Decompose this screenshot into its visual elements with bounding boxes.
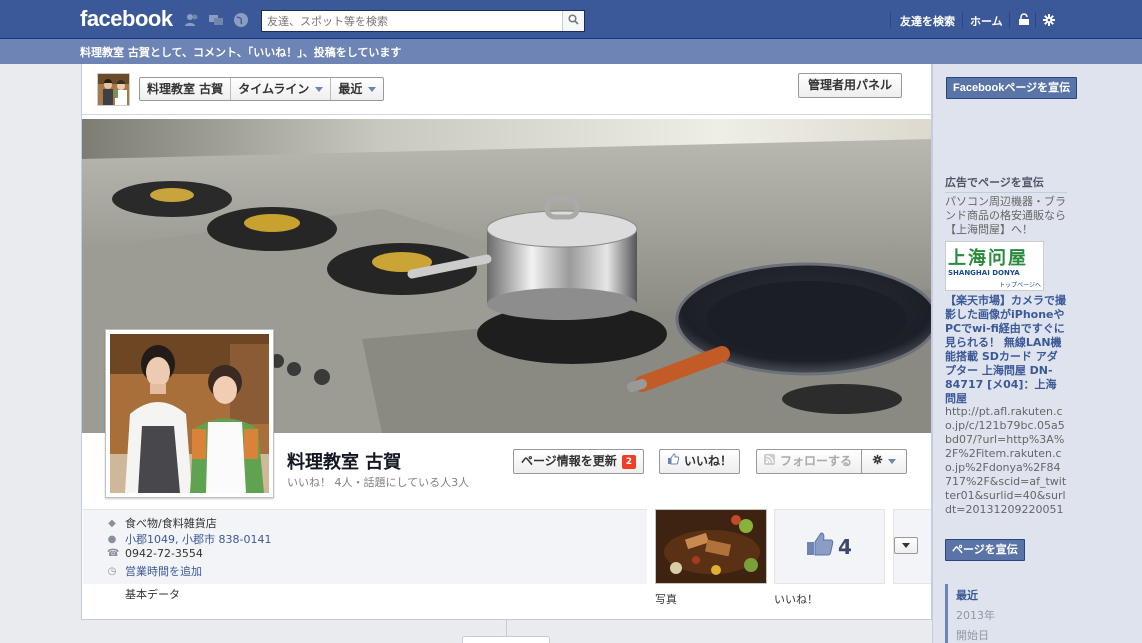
promote-page-button[interactable]: ページを宣伝 [945,539,1025,561]
ad-logo-image[interactable]: 上海问屋 SHANGHAI DONYA トップページへ [945,241,1044,291]
thumbs-up-icon [806,532,834,561]
photos-thumbnail [656,510,766,583]
find-friends-link[interactable]: 友達を検索 [900,13,955,29]
page-stats: いいね！ 4人・話題にしている人3人 [287,476,470,489]
gear-icon[interactable] [1041,13,1057,29]
acting-as-text: 料理教室 古賀として、コメント、「いいね！」、投稿をしています [80,46,402,59]
admin-panel-button[interactable]: 管理者用パネル [798,73,903,98]
chevron-down-icon [315,86,324,92]
page-nav-group: 料理教室 古賀 タイムライン 最近 [139,77,385,101]
page-title[interactable]: 料理教室 古賀 [287,448,401,474]
page-name-nav[interactable]: 料理教室 古賀 [140,78,232,100]
photos-label[interactable]: 写真 [655,591,677,607]
notifications-globe-icon[interactable] [233,12,249,28]
year-item-2013[interactable]: 2013年 [945,604,1067,624]
phone-row: ☎ 0942-72-3554 [107,547,203,560]
notification-badge: 2 [621,454,637,469]
nav-divider [1035,12,1036,28]
page-thumbnail[interactable] [97,73,130,106]
timeline-dropdown[interactable]: タイムライン [231,78,332,100]
year-item-start[interactable]: 開始日 [945,624,1067,643]
page-name-nav-label: 料理教室 古賀 [147,82,224,96]
address-text: 小郡1049, 小郡市 838-0141 [125,533,272,546]
recent-dropdown[interactable]: 最近 [331,78,383,100]
likes-label[interactable]: いいね！ [774,591,818,607]
chevron-down-icon [888,459,896,464]
home-link[interactable]: ホーム [970,13,1003,29]
ad-logo-link: トップページへ [999,282,1041,289]
ad-logo-subtext: SHANGHAI DONYA [948,269,1020,277]
timeline-start-box [462,636,550,643]
page-subnav: 料理教室 古賀 タイムライン 最近 管理者用パネル [82,64,931,115]
rss-icon [764,450,775,473]
like-label: いいね！ [684,454,733,468]
promote-facebook-page-button[interactable]: Facebookページを宣伝 [946,77,1078,99]
timeline-label: タイムライン [238,82,310,96]
category-row: ◆ 食べ物/食料雑貨店 [107,515,217,531]
chevron-down-icon [368,86,377,92]
nav-divider [890,12,891,28]
chevron-down-icon [902,543,910,548]
search-icon [568,14,579,28]
right-sidebar: Facebookページを宣伝 広告でページを宣伝 パソコン周辺機器・ブランド商品… [932,64,1142,643]
add-hours-text: 営業時間を追加 [125,565,202,578]
search-button[interactable] [562,11,584,31]
year-item-recent[interactable]: 最近 [948,584,1067,604]
privacy-shortcuts-icon[interactable] [1016,13,1032,29]
basic-data-link[interactable]: 基本データ [125,586,180,602]
phone-text: 0942-72-3554 [125,547,203,560]
follow-button[interactable]: フォローする [756,449,866,474]
ad-section-title: 広告でページを宣伝 [945,176,1044,189]
nav-divider [962,12,963,28]
timeline-year-nav: 最近 2013年 開始日 [945,584,1067,643]
thumbs-up-icon [667,450,680,473]
gear-icon [872,450,883,473]
recent-label: 最近 [338,82,363,96]
divider [945,192,1067,193]
like-button[interactable]: いいね！ [659,449,741,474]
acting-as-bar: 料理教室 古賀として、コメント、「いいね！」、投稿をしています [0,39,1142,64]
like-count-number: 4 [838,534,852,559]
address-row[interactable]: ● 小郡1049, 小郡市 838-0141 [107,531,272,547]
messages-icon[interactable] [208,12,224,28]
follow-label: フォローする [780,454,853,468]
facebook-logo[interactable]: facebook [80,6,173,32]
about-section: ◆ 食べ物/食料雑貨店 ● 小郡1049, 小郡市 838-0141 ☎ 094… [83,509,647,584]
add-hours-row[interactable]: ◷ 営業時間を追加 [107,563,202,579]
ad-description[interactable]: パソコン周辺機器・ブランド商品の格安通販なら【上海問屋】へ！ [945,195,1067,237]
top-bar: facebook 友達を検索 ホーム [0,0,1142,39]
category-text: 食べ物/食料雑貨店 [125,517,217,530]
friend-requests-icon[interactable] [184,12,200,28]
ad-logo-text: 上海问屋 [948,248,1028,269]
phone-icon: ☎ [107,548,120,559]
search-box [261,10,585,32]
tag-icon: ◆ [108,517,116,529]
more-apps-button[interactable] [894,537,918,554]
ad-url[interactable]: http://pt.afl.rakuten.co.jp/c/121b79bc.0… [945,405,1067,517]
map-pin-icon: ● [107,533,117,545]
clock-icon: ◷ [107,565,117,577]
search-input[interactable] [262,11,562,31]
page-main-column: 料理教室 古賀 タイムライン 最近 管理者用パネル 料理教室 古賀 いいね！ 4… [81,64,932,620]
profile-picture[interactable] [105,329,274,498]
page-settings-dropdown[interactable] [861,449,907,474]
update-page-info-label: ページ情報を更新 [521,454,617,468]
photos-tile[interactable] [655,509,767,584]
nav-divider [1009,12,1010,28]
ad-headline[interactable]: 【楽天市場】カメラで撮影した画像がiPhoneやPCでwi-fi経由ですぐに見ら… [945,294,1067,406]
like-count[interactable]: 4 [806,532,852,561]
profile-photo [110,334,269,493]
update-page-info-button[interactable]: ページ情報を更新 2 [513,449,645,474]
